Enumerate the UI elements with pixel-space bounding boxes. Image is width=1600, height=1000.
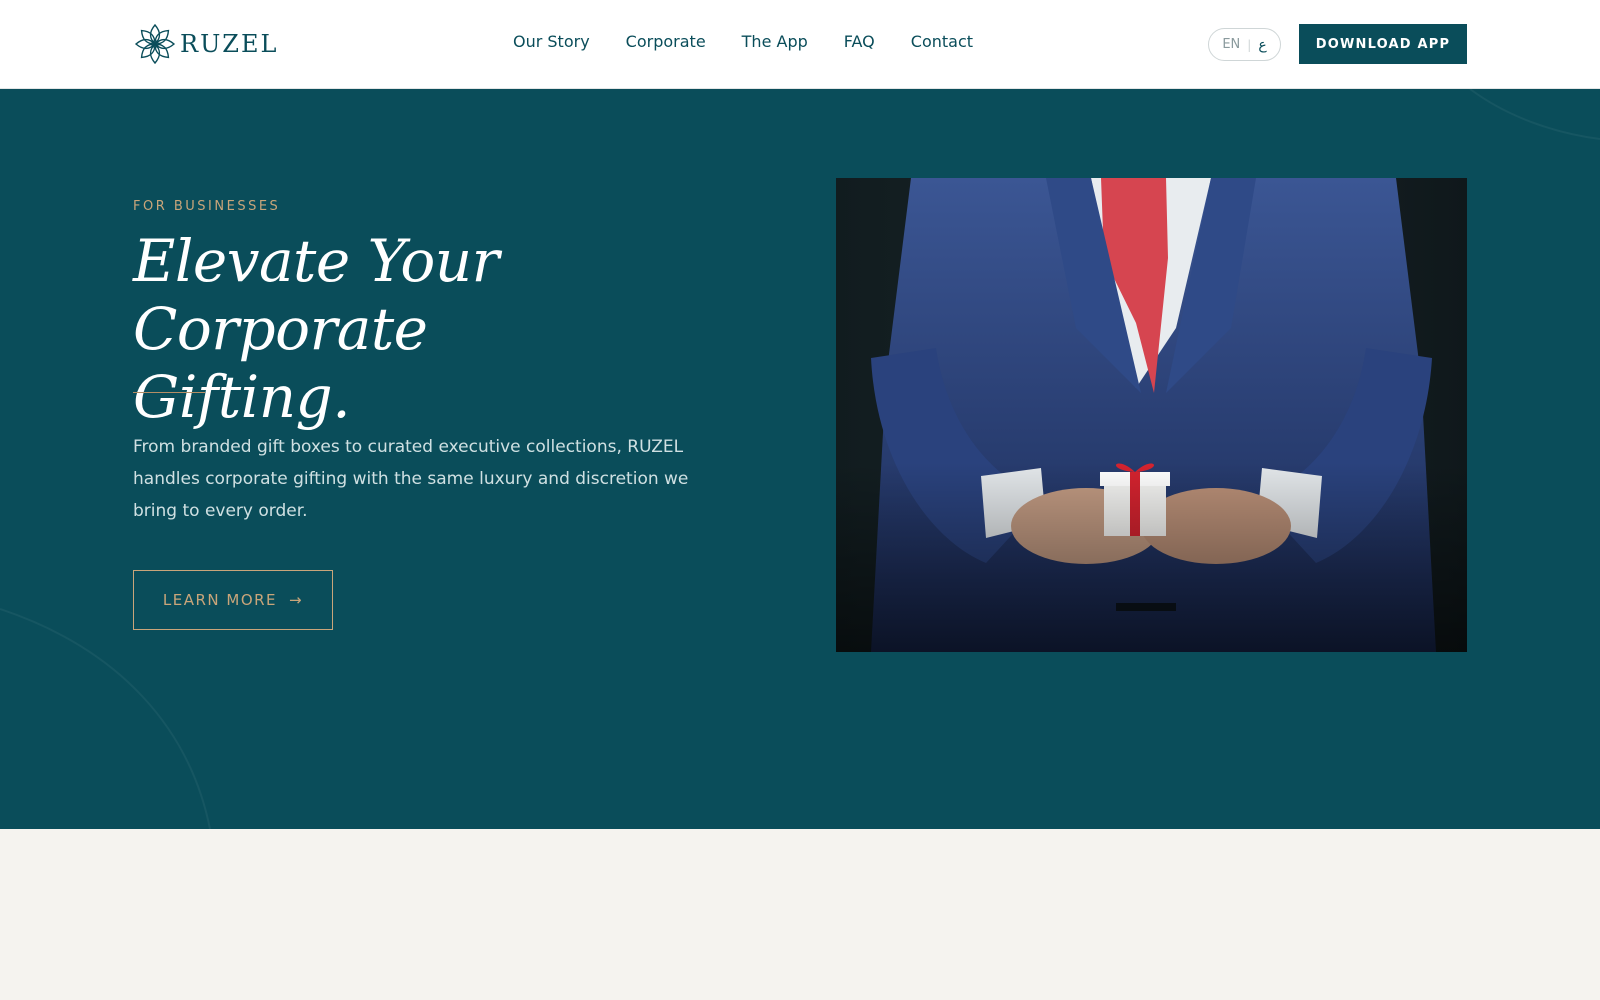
hero-eyebrow: FOR BUSINESSES bbox=[133, 199, 281, 214]
arrow-right-icon: → bbox=[289, 591, 304, 609]
brand-logo[interactable]: RUZEL bbox=[133, 22, 278, 66]
hero-image-businessman-gift bbox=[836, 178, 1467, 652]
site-header: RUZEL Our Story Corporate The App FAQ Co… bbox=[0, 0, 1600, 89]
main-nav: Our Story Corporate The App FAQ Contact bbox=[513, 32, 973, 51]
lower-section bbox=[0, 829, 1600, 1000]
learn-more-button[interactable]: LEARN MORE → bbox=[133, 570, 333, 630]
nav-contact[interactable]: Contact bbox=[911, 32, 973, 51]
hero-title-line2: Gifting. bbox=[133, 363, 351, 431]
language-toggle[interactable]: EN | ع bbox=[1208, 28, 1281, 61]
learn-more-label: LEARN MORE bbox=[162, 591, 278, 609]
nav-corporate[interactable]: Corporate bbox=[626, 32, 706, 51]
hero-section: FOR BUSINESSES Elevate Your Corporate Gi… bbox=[0, 89, 1600, 829]
hero-title-line1: Elevate Your Corporate bbox=[133, 227, 499, 363]
download-app-button[interactable]: DOWNLOAD APP bbox=[1299, 24, 1467, 64]
lotus-star-icon bbox=[134, 23, 176, 65]
lang-en[interactable]: EN bbox=[1222, 37, 1240, 52]
hero-description: From branded gift boxes to curated execu… bbox=[133, 437, 689, 521]
lang-ar[interactable]: ع bbox=[1258, 37, 1266, 53]
hero-divider bbox=[133, 392, 205, 393]
brand-name: RUZEL bbox=[180, 30, 279, 58]
hero-title: Elevate Your Corporate Gifting. bbox=[133, 227, 773, 431]
nav-faq[interactable]: FAQ bbox=[844, 32, 875, 51]
nav-our-story[interactable]: Our Story bbox=[513, 32, 590, 51]
lang-separator: | bbox=[1247, 37, 1252, 52]
nav-the-app[interactable]: The App bbox=[742, 32, 808, 51]
businessman-gift-illustration bbox=[836, 178, 1467, 652]
